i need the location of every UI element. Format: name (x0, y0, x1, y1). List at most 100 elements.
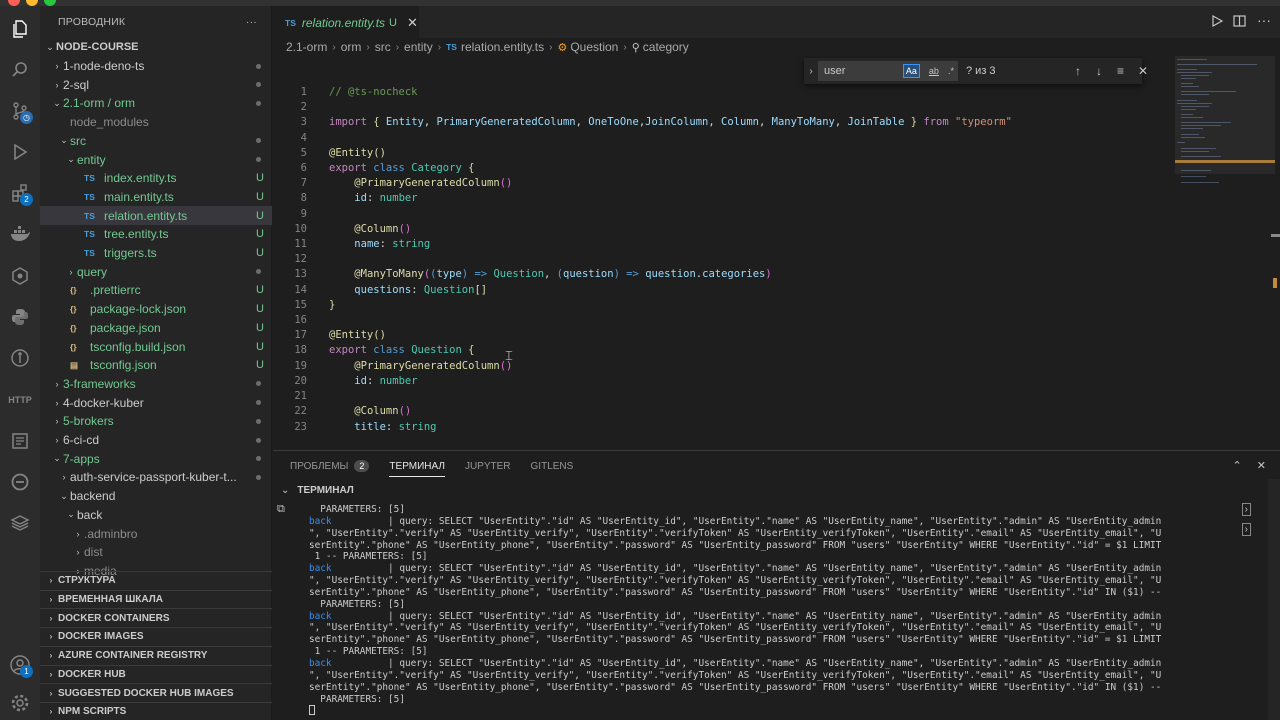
whole-word-toggle[interactable]: ab (929, 66, 939, 76)
settings-gear-icon[interactable] (6, 689, 34, 717)
next-match-icon[interactable]: ↓ (1096, 64, 1102, 78)
openshift-icon[interactable] (6, 468, 34, 496)
file-item[interactable]: TS triggers.ts U (40, 244, 272, 263)
section-title: DOCKER CONTAINERS (58, 612, 170, 624)
breadcrumb-item[interactable]: entity (404, 40, 433, 54)
terminal-output[interactable]: PARAMETERS: [5] back | query: SELECT "Use… (309, 504, 1244, 718)
folder-item[interactable]: › 5-brokers (40, 412, 272, 431)
close-tab-icon[interactable]: ✕ (407, 15, 418, 31)
folder-item[interactable]: ⌄ back (40, 506, 272, 525)
chevron-right-icon: › (76, 528, 80, 539)
breadcrumb-item[interactable]: relation.entity.ts (461, 40, 544, 54)
folder-item[interactable]: › auth-service-passport-kuber-t... (40, 468, 272, 487)
panel-tab[interactable]: ТЕРМИНАЛ (389, 451, 445, 481)
untracked-status: U (256, 247, 264, 260)
folder-item[interactable]: ⌄ backend (40, 487, 272, 506)
folder-item[interactable]: › 2-sql (40, 75, 272, 94)
sidebar-section[interactable]: › SUGGESTED DOCKER HUB IMAGES (40, 683, 272, 702)
account-badge: 1 (20, 665, 33, 678)
file-item[interactable]: TS index.entity.ts U (40, 169, 272, 188)
sidebar-section[interactable]: › СТРУКТУРА (40, 571, 272, 590)
docker-icon[interactable] (6, 220, 34, 248)
panel-tab[interactable]: ПРОБЛЕМЫ 2 (290, 451, 370, 481)
folder-item[interactable]: node_modules (40, 113, 272, 132)
account-icon[interactable]: 1 (6, 651, 34, 679)
breadcrumb-item[interactable]: src (375, 40, 391, 54)
line-number: 5 (300, 147, 307, 159)
kubernetes-icon[interactable] (6, 262, 34, 290)
match-case-toggle[interactable]: Aa (902, 64, 920, 78)
folder-item[interactable]: › 3-frameworks (40, 375, 272, 394)
chevron-down-icon: ⌄ (67, 509, 75, 520)
files-icon[interactable] (6, 15, 34, 43)
find-in-selection-icon[interactable]: ≡ (1117, 64, 1124, 78)
tab-relation-entity[interactable]: TS relation.entity.ts U ✕ (273, 6, 419, 38)
breadcrumb-item[interactable]: Question (570, 40, 618, 54)
panel-tab[interactable]: GITLENS (531, 451, 574, 481)
file-item[interactable]: {} package.json U (40, 319, 272, 338)
tree-item-label: node_modules (70, 115, 149, 130)
run-debug-icon[interactable] (6, 138, 34, 166)
file-item[interactable]: ▤ tsconfig.json U (40, 356, 272, 375)
chevron-down-icon[interactable]: ⌄ (281, 485, 289, 496)
folder-item[interactable]: › query (40, 262, 272, 281)
workspace-root[interactable]: ⌄ NODE-COURSE (40, 38, 272, 57)
file-item[interactable]: {} .prettierrc U (40, 281, 272, 300)
regex-toggle[interactable]: .* (948, 66, 954, 76)
extensions-icon[interactable]: 2 (6, 179, 34, 207)
sidebar-section[interactable]: › DOCKER IMAGES (40, 627, 272, 646)
http-icon[interactable]: HTTP (6, 386, 34, 414)
untracked-status: U (256, 190, 264, 203)
folder-item[interactable]: ⌄ 2.1-orm / orm (40, 94, 272, 113)
run-file-icon[interactable] (1211, 14, 1224, 30)
sidebar-section[interactable]: › ВРЕМЕННАЯ ШКАЛА (40, 589, 272, 609)
maximize-panel-icon[interactable]: ⌃ (1233, 460, 1242, 472)
panel-tab-label: JUPYTER (464, 460, 511, 472)
file-item[interactable]: {} tsconfig.build.json U (40, 337, 272, 356)
folder-item[interactable]: ⌄ src (40, 132, 272, 151)
source-control-icon[interactable]: ◷ (6, 97, 34, 125)
more-actions-icon[interactable]: ··· (1257, 12, 1271, 28)
folder-item[interactable]: › dist (40, 543, 272, 562)
line-number: 6 (300, 162, 307, 174)
terminal-scrollbar[interactable] (1268, 479, 1280, 720)
line-number: 15 (294, 299, 307, 311)
file-item[interactable]: TS main.entity.ts U (40, 188, 272, 207)
line-number: 19 (294, 360, 307, 372)
layers-icon[interactable] (6, 509, 34, 537)
breadcrumb-item[interactable]: category (643, 40, 689, 54)
split-editor-icon[interactable] (1233, 15, 1246, 30)
folder-item[interactable]: › .adminbro (40, 524, 272, 543)
sidebar-section[interactable]: › DOCKER HUB (40, 664, 272, 684)
previous-match-icon[interactable]: ↑ (1075, 64, 1081, 78)
sidebar-section[interactable]: › AZURE CONTAINER REGISTRY (40, 645, 272, 665)
python-icon[interactable] (6, 303, 34, 331)
folder-item[interactable]: › 4-docker-kuber (40, 393, 272, 412)
chevron-right-icon: › (49, 595, 53, 605)
folder-item[interactable]: › 1-node-deno-ts (40, 57, 272, 76)
minimap[interactable] (1175, 56, 1280, 449)
close-panel-icon[interactable]: ✕ (1257, 460, 1266, 472)
find-input[interactable]: user Aa ab .* (818, 61, 958, 81)
breadcrumb-item[interactable]: 2.1-orm (286, 40, 327, 54)
file-item[interactable]: TS tree.entity.ts U (40, 225, 272, 244)
modified-dot-icon (256, 400, 261, 406)
terminal-split-icon[interactable]: ⧉ (277, 503, 285, 516)
file-item[interactable]: {} package-lock.json U (40, 300, 272, 319)
breadcrumb-item[interactable]: orm (341, 40, 362, 54)
code-editor[interactable]: 1 2 3 4 5 6 7 8 9 10 11 12 13 14 15 16 17 18 19 20 21 22 23 //… (273, 56, 1280, 449)
file-item[interactable]: TS relation.entity.ts U (40, 206, 272, 225)
chevron-right-icon: › (62, 472, 66, 483)
close-find-icon[interactable]: ✕ (1138, 64, 1148, 78)
sidebar-section[interactable]: › DOCKER CONTAINERS (40, 608, 272, 627)
gitlens-icon[interactable] (6, 344, 34, 372)
folder-item[interactable]: › 6-ci-cd (40, 431, 272, 450)
folder-item[interactable]: ⌄ 7-apps (40, 449, 272, 468)
panel-tab[interactable]: JUPYTER (465, 451, 511, 481)
toggle-replace-icon[interactable]: › (804, 66, 818, 77)
remote-explorer-icon[interactable] (6, 427, 34, 455)
sidebar-section[interactable]: › NPM SCRIPTS (40, 701, 272, 720)
search-icon[interactable] (6, 56, 34, 84)
folder-item[interactable]: ⌄ entity (40, 150, 272, 169)
more-actions-icon[interactable]: ··· (246, 16, 257, 28)
